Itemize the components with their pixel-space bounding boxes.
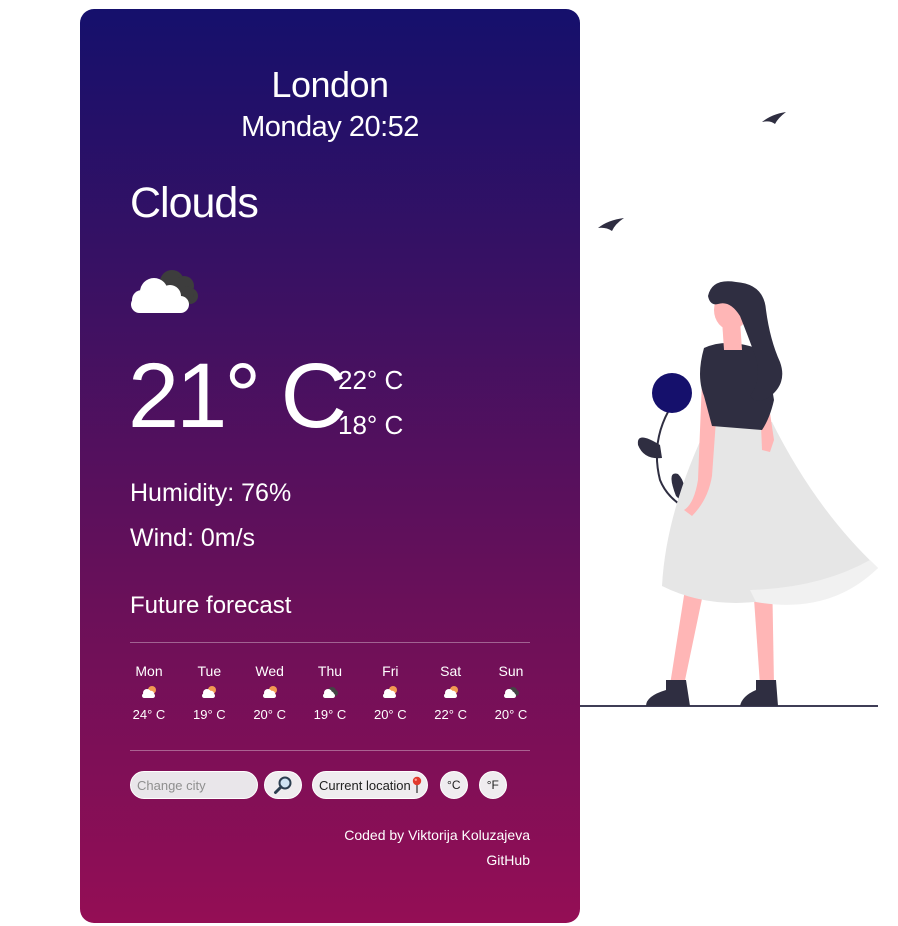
date-time: Monday 20:52 — [241, 111, 419, 143]
weather-card: London Monday 20:52 Clouds 21° C 22° C 1… — [80, 9, 580, 923]
flower-icon — [652, 373, 692, 413]
forecast-day-name: Wed — [255, 663, 284, 679]
forecast-temp: 20° C — [494, 707, 528, 722]
github-link[interactable]: GitHub — [486, 852, 530, 868]
search-button[interactable] — [264, 771, 302, 799]
forecast-day: Sun 20° C — [492, 661, 530, 722]
forecast-day-name: Sat — [440, 663, 462, 679]
credit-text: Coded by Viktorija Koluzajeva — [344, 827, 530, 843]
high-temperature: 22° C — [338, 365, 404, 395]
forecast-temp: 20° C — [253, 707, 286, 722]
bird-icon — [762, 112, 786, 124]
forecast-temp: 19° C — [192, 707, 226, 722]
forecast-day-name: Mon — [135, 663, 163, 679]
forecast-day: Mon 24° C — [130, 661, 168, 722]
forecast-temp: 20° C — [373, 707, 407, 722]
forecast-temp: 19° C — [313, 707, 347, 722]
forecast-title: Future forecast — [130, 592, 292, 619]
magnifier-icon — [274, 776, 292, 794]
forecast-day: Wed 20° C — [251, 661, 289, 722]
forecast-day-name: Tue — [197, 663, 222, 679]
forecast-day-name: Thu — [317, 663, 343, 679]
forecast-day: Sat 22° C — [432, 661, 470, 722]
partly-cloudy-icon — [262, 686, 277, 698]
low-temperature: 18° C — [338, 410, 404, 440]
pin-icon — [412, 776, 421, 793]
partly-cloudy-icon — [142, 686, 156, 698]
forecast-list: Mon 24° C Tue 19° C Wed 20° C Thu 19° C … — [130, 661, 530, 722]
forecast-day: Thu 19° C — [311, 661, 349, 722]
forecast-temp: 22° C — [434, 707, 467, 722]
forecast-day-name: Sun — [498, 663, 524, 679]
wind: Wind: 0m/s — [130, 524, 256, 552]
partly-cloudy-icon — [443, 686, 458, 698]
cloudy-icon — [322, 687, 338, 698]
partly-cloudy-icon — [383, 686, 398, 698]
partly-cloudy-icon — [202, 686, 217, 698]
current-location-button[interactable]: Current location — [312, 771, 428, 799]
cloudy-icon — [503, 687, 519, 698]
forecast-temp: 24° C — [132, 707, 166, 722]
celsius-button[interactable]: °C — [439, 771, 468, 799]
change-city-input[interactable] — [130, 771, 258, 799]
bird-icon — [598, 218, 624, 231]
fahrenheit-button[interactable]: °F — [478, 771, 507, 799]
forecast-day-name: Fri — [382, 663, 399, 679]
woman-walking-illustration — [580, 112, 878, 707]
divider — [130, 642, 530, 643]
forecast-day: Fri 20° C — [371, 661, 409, 722]
forecast-day: Tue 19° C — [190, 661, 228, 722]
humidity: Humidity: 76% — [130, 479, 292, 507]
controls-bar: Current location °C °F — [130, 771, 507, 799]
clouds-icon — [131, 270, 198, 313]
current-temperature: 21° C — [128, 345, 347, 447]
weather-condition: Clouds — [130, 179, 259, 227]
current-location-label: Current location — [319, 777, 411, 793]
divider — [130, 750, 530, 751]
city-name: London — [271, 64, 389, 105]
